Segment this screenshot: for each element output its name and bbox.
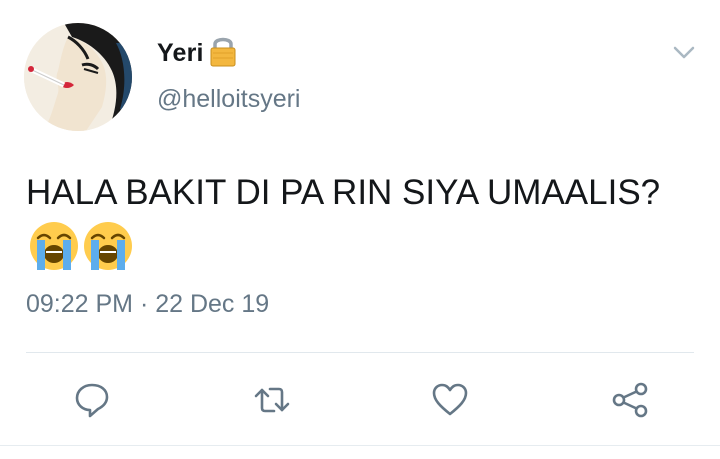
avatar-image	[24, 23, 132, 131]
lock-icon	[210, 37, 236, 67]
divider	[26, 352, 694, 353]
handle[interactable]: @helloitsyeri	[157, 85, 300, 114]
action-bar	[0, 372, 720, 428]
like-icon	[432, 383, 468, 416]
timestamp[interactable]: 09:22 PM · 22 Dec 19	[26, 290, 269, 319]
loudly-crying-face-icon	[84, 222, 132, 270]
name-row: Yeri	[157, 37, 239, 68]
avatar[interactable]	[24, 23, 132, 131]
tweet-text: HALA BAKIT DI PA RIN SIYA UMAALIS?	[26, 165, 686, 276]
display-name[interactable]: Yeri	[157, 39, 204, 68]
bottom-divider	[0, 445, 720, 446]
like-button[interactable]	[422, 372, 478, 428]
share-icon	[612, 382, 648, 418]
retweet-icon	[254, 387, 290, 413]
reply-icon	[75, 383, 109, 418]
reply-button[interactable]	[64, 372, 120, 428]
tweet-body: HALA BAKIT DI PA RIN SIYA UMAALIS?	[26, 173, 661, 212]
share-button[interactable]	[602, 372, 658, 428]
loudly-crying-face-icon	[30, 222, 78, 270]
retweet-button[interactable]	[244, 372, 300, 428]
chevron-down-icon[interactable]	[670, 38, 698, 66]
